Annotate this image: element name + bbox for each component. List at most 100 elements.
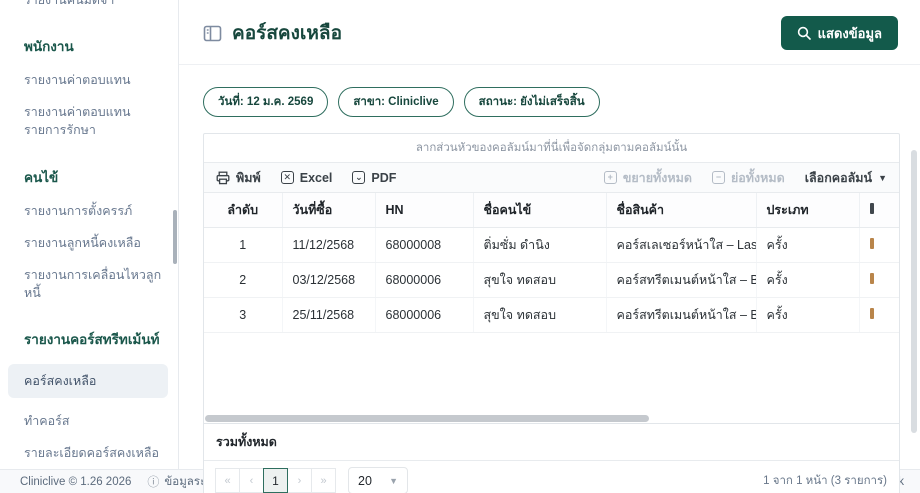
printer-icon (216, 171, 230, 185)
filter-chips: วันที่: 12 ม.ค. 2569 สาขา: Cliniclive สถ… (179, 65, 920, 117)
sidebar-section-treatment-courses: รายงานคอร์สทรีทเม้นท์ (24, 332, 160, 347)
sidebar-item-do-course[interactable]: ทำคอร์ส (24, 412, 168, 430)
chevron-down-icon: ▼ (389, 475, 398, 486)
page-number-button[interactable]: 1 (263, 468, 288, 493)
page-size-select[interactable]: 20 ▼ (348, 467, 408, 493)
collapse-all-button[interactable]: − ย่อทั้งหมด (711, 168, 785, 188)
export-excel-button[interactable]: ✕ Excel (280, 170, 333, 185)
vertical-scrollbar[interactable] (911, 150, 917, 433)
choose-columns-button[interactable]: เลือกคอลัมน์ ▼ (805, 168, 887, 188)
cell-type: ครั้ง (755, 262, 859, 298)
sidebar-item-outstanding-debtors-report[interactable]: รายงานลูกหนี้คงเหลือ (24, 234, 168, 252)
cell-hn: 68000006 (374, 262, 473, 298)
page-size-value: 20 (358, 473, 372, 488)
table-row[interactable]: 1 11/12/2568 68000008 ติ่มซั่ม ดำนิง คอร… (204, 227, 899, 263)
excel-icon: ✕ (280, 171, 294, 184)
info-icon: ⓘ (147, 475, 160, 489)
column-header-index[interactable]: ลำดับ (204, 193, 282, 228)
expand-all-icon: + (603, 171, 617, 184)
pagination-bar: « ‹ 1 › » 20 ▼ 1 จาก 1 หน้า (3 รายการ) (204, 460, 899, 493)
cell-product-name: คอร์สทรีตเมนต์หน้าใส – Brig... (605, 297, 756, 333)
print-label: พิมพ์ (236, 170, 261, 185)
table-row[interactable]: 3 25/11/2568 68000006 สุขใจ ทดสอบ คอร์สท… (204, 297, 899, 333)
table-header-row: ลำดับ วันที่ซื้อ HN ชื่อคนไข้ ชื่อสินค้า… (204, 193, 899, 228)
page-title: คอร์สคงเหลือ (232, 23, 342, 44)
cell-hn: 68000006 (374, 297, 473, 333)
column-header-clipped[interactable] (858, 193, 899, 228)
prev-page-button[interactable]: ‹ (239, 468, 264, 493)
column-header-purchase-date[interactable]: วันที่ซื้อ (281, 193, 375, 228)
cell-clipped (858, 227, 899, 263)
horizontal-scrollbar-thumb[interactable] (205, 414, 649, 422)
cell-purchase-date: 03/12/2568 (281, 262, 375, 298)
sidebar-item-pregnancy-report[interactable]: รายงานการตั้งครรภ์ (24, 202, 168, 220)
filter-chip-date[interactable]: วันที่: 12 ม.ค. 2569 (203, 87, 329, 117)
export-pdf-button[interactable]: ⌄ PDF (352, 171, 396, 185)
clipped-cell-fragment (869, 273, 874, 284)
show-data-label: แสดงข้อมูล (817, 25, 882, 41)
grid-toolbar: พิมพ์ ✕ Excel ⌄ PDF + ขยายทั้งหมด − ย่อท… (204, 163, 899, 193)
column-header-hn[interactable]: HN (374, 193, 473, 228)
print-button[interactable]: พิมพ์ (216, 168, 261, 188)
cell-clipped (858, 297, 899, 333)
pagination-info: 1 จาก 1 หน้า (3 รายการ) (763, 474, 887, 487)
group-by-drop-zone[interactable]: ลากส่วนหัวของคอลัมน์มาที่นี่เพื่อจัดกลุ่… (204, 134, 899, 163)
pdf-label: PDF (371, 170, 397, 185)
expand-all-button[interactable]: + ขยายทั้งหมด (603, 168, 692, 188)
main-content: คอร์สคงเหลือ แสดงข้อมูล วันที่: 12 ม.ค. … (179, 0, 920, 493)
sidebar-item-deposit-report[interactable]: รายงานคนมัดจำ (24, 0, 168, 9)
sidebar-item-remaining-courses[interactable]: คอร์สคงเหลือ (8, 364, 168, 399)
column-header-type[interactable]: ประเภท (755, 193, 859, 228)
results-table: ลำดับ วันที่ซื้อ HN ชื่อคนไข้ ชื่อสินค้า… (204, 193, 899, 333)
sidebar-scrollbar[interactable] (173, 210, 177, 264)
clipped-cell-fragment (869, 308, 874, 319)
expand-all-label: ขยายทั้งหมด (622, 170, 692, 185)
page-header: คอร์สคงเหลือ แสดงข้อมูล (179, 0, 920, 65)
first-page-button[interactable]: « (215, 468, 240, 493)
cell-index: 1 (204, 227, 282, 263)
sidebar-item-remaining-course-details[interactable]: รายละเอียดคอร์สคงเหลือ (24, 444, 168, 462)
horizontal-scrollbar[interactable] (204, 413, 899, 423)
clipped-cell-fragment (869, 238, 874, 249)
cell-hn: 68000008 (374, 227, 473, 263)
grid-empty-space (204, 333, 899, 413)
table-row[interactable]: 2 03/12/2568 68000006 สุขใจ ทดสอบ คอร์สท… (204, 262, 899, 298)
column-header-product-name[interactable]: ชื่อสินค้า (605, 193, 756, 228)
cell-type: ครั้ง (755, 227, 859, 263)
cell-purchase-date: 25/11/2568 (281, 297, 375, 333)
cell-clipped (858, 262, 899, 298)
cell-index: 2 (204, 262, 282, 298)
collapse-all-icon: − (711, 171, 725, 184)
show-data-button[interactable]: แสดงข้อมูล (780, 16, 898, 50)
collapse-all-label: ย่อทั้งหมด (730, 170, 785, 185)
choose-columns-label: เลือกคอลัมน์ (804, 170, 873, 185)
cell-patient-name: สุขใจ ทดสอบ (472, 297, 606, 333)
filter-chip-status[interactable]: สถานะ: ยังไม่เสร็จสิ้น (463, 87, 600, 117)
next-page-button[interactable]: › (287, 468, 312, 493)
cell-patient-name: ติ่มซั่ม ดำนิง (472, 227, 606, 263)
column-header-patient-name[interactable]: ชื่อคนไข้ (472, 193, 606, 228)
app-version: Cliniclive © 1.26 2026 (20, 475, 132, 488)
total-row: รวมทั้งหมด (204, 423, 899, 460)
sidebar-section-patients: คนไข้ (24, 169, 59, 185)
filter-chip-branch[interactable]: สาขา: Cliniclive (338, 87, 454, 117)
search-icon (797, 26, 811, 40)
cell-type: ครั้ง (755, 297, 859, 333)
cell-index: 3 (204, 297, 282, 333)
excel-label: Excel (299, 170, 333, 185)
report-icon (203, 24, 222, 43)
chevron-down-icon: ▼ (878, 172, 887, 183)
sidebar-section-employees: พนักงาน (24, 39, 74, 55)
sidebar-item-compensation-report[interactable]: รายงานค่าตอบแทน (24, 71, 168, 89)
cell-purchase-date: 11/12/2568 (281, 227, 375, 263)
last-page-button[interactable]: » (311, 468, 336, 493)
sidebar-item-treatment-compensation-report[interactable]: รายงานค่าตอบแทนรายการรักษา (24, 103, 168, 139)
sidebar: รายงานคนมัดจำ พนักงาน รายงานค่าตอบแทน รา… (0, 0, 179, 469)
cell-product-name: คอร์สเลเซอร์หน้าใส – Laser ... (605, 227, 756, 263)
cell-patient-name: สุขใจ ทดสอบ (472, 262, 606, 298)
data-grid: ลากส่วนหัวของคอลัมน์มาที่นี่เพื่อจัดกลุ่… (203, 133, 900, 493)
cell-product-name: คอร์สทรีตเมนต์หน้าใส – Brig... (605, 262, 756, 298)
app-root: รายงานคนมัดจำ พนักงาน รายงานค่าตอบแทน รา… (0, 0, 920, 493)
pdf-icon: ⌄ (352, 171, 366, 184)
sidebar-item-debtor-movement-report[interactable]: รายงานการเคลื่อนไหวลูกหนี้ (24, 266, 168, 302)
